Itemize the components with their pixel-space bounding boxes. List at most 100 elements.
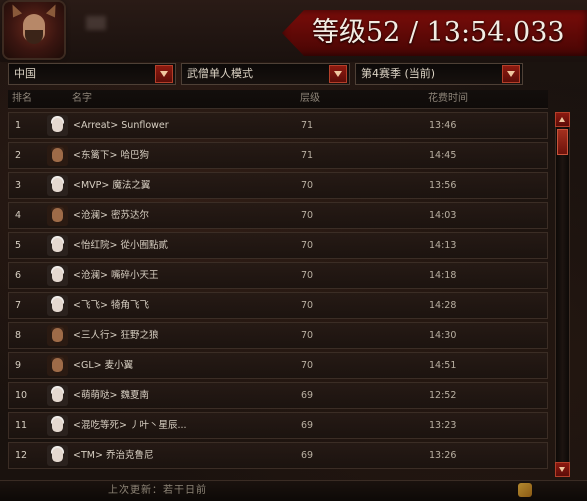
leaderboard-scrollbar[interactable]	[555, 112, 570, 477]
row-player-name[interactable]: <三人行> 狂野之狼	[73, 323, 158, 348]
row-rank: 5	[15, 240, 22, 251]
row-time: 14:51	[429, 360, 457, 371]
watermark-logo	[514, 480, 584, 500]
table-row[interactable]: 3 <MVP> 魔法之翼 70 13:56	[8, 172, 548, 199]
obscured-name	[86, 16, 106, 30]
row-player-name[interactable]: <东篱下> 哈巴狗	[73, 143, 149, 168]
row-time: 13:46	[429, 120, 457, 131]
header-bar: 等级52 / 13:54.033	[0, 0, 587, 62]
table-row[interactable]: 4 <沧澜> 密苏达尔 70 14:03	[8, 202, 548, 229]
region-dropdown-label: 中国	[14, 67, 36, 80]
monk-avatar-icon	[47, 385, 68, 406]
table-header: 排名 名字 层级 花费时间	[8, 90, 548, 109]
row-level: 70	[301, 240, 314, 251]
monk-avatar-icon	[47, 205, 68, 226]
monk-avatar-icon	[47, 325, 68, 346]
row-level: 70	[301, 330, 314, 341]
row-time: 14:30	[429, 330, 457, 341]
table-row[interactable]: 1 <Arreat> Sunflower 71 13:46	[8, 112, 548, 139]
row-level: 71	[301, 150, 314, 161]
portrait-spike-icon	[45, 2, 61, 18]
monk-avatar-icon	[47, 235, 68, 256]
monk-avatar-icon	[47, 445, 68, 466]
chevron-down-icon[interactable]	[155, 65, 173, 83]
table-row[interactable]: 10 <萌萌哒> 魏夏南 69 12:52	[8, 382, 548, 409]
row-time: 14:03	[429, 210, 457, 221]
last-updated-text: 上次更新：若干日前	[108, 485, 207, 496]
row-time: 14:13	[429, 240, 457, 251]
season-dropdown-label: 第4赛季 (当前)	[361, 67, 436, 80]
row-player-name[interactable]: <Arreat> Sunflower	[73, 113, 169, 138]
row-player-name[interactable]: <飞飞> 犄角飞飞	[73, 293, 149, 318]
row-time: 12:52	[429, 390, 457, 401]
row-player-name[interactable]: <沧澜> 密苏达尔	[73, 203, 149, 228]
footer-bar	[0, 480, 587, 501]
row-player-name[interactable]: <TM> 乔治克鲁尼	[73, 443, 153, 468]
row-player-name[interactable]: <混吃等死> 丿叶丶星辰...	[73, 413, 187, 438]
row-time: 14:18	[429, 270, 457, 281]
row-player-name[interactable]: <沧澜> 嘴碎小天王	[73, 263, 158, 288]
row-level: 70	[301, 180, 314, 191]
row-rank: 7	[15, 300, 22, 311]
row-rank: 3	[15, 180, 22, 191]
table-row[interactable]: 2 <东篱下> 哈巴狗 71 14:45	[8, 142, 548, 169]
row-level: 70	[301, 210, 314, 221]
page-title: 等级52 / 13:54.033	[312, 17, 565, 48]
portrait-spike-icon	[7, 2, 23, 18]
row-level: 71	[301, 120, 314, 131]
row-time: 13:56	[429, 180, 457, 191]
table-row[interactable]: 12 <TM> 乔治克鲁尼 69 13:26	[8, 442, 548, 469]
row-level: 69	[301, 420, 314, 431]
chevron-down-icon[interactable]	[329, 65, 347, 83]
class-mode-dropdown[interactable]: 武僧单人模式	[181, 63, 350, 85]
row-time: 14:28	[429, 300, 457, 311]
region-dropdown[interactable]: 中国	[8, 63, 176, 85]
monk-avatar-icon	[47, 145, 68, 166]
row-player-name[interactable]: <怡红院> 從小囿點貳	[73, 233, 168, 258]
row-level: 69	[301, 450, 314, 461]
column-header-rank[interactable]: 排名	[12, 90, 32, 108]
row-rank: 10	[15, 390, 28, 401]
row-rank: 2	[15, 150, 22, 161]
monk-avatar-icon	[47, 415, 68, 436]
row-player-name[interactable]: <萌萌哒> 魏夏南	[73, 383, 149, 408]
row-rank: 1	[15, 120, 22, 131]
chevron-down-icon[interactable]	[502, 65, 520, 83]
row-time: 13:23	[429, 420, 457, 431]
scrollbar-thumb[interactable]	[557, 129, 568, 155]
monk-avatar-icon	[47, 355, 68, 376]
column-header-name[interactable]: 名字	[72, 90, 92, 108]
monk-avatar-icon	[47, 265, 68, 286]
row-rank: 12	[15, 450, 28, 461]
season-dropdown[interactable]: 第4赛季 (当前)	[355, 63, 523, 85]
row-level: 70	[301, 270, 314, 281]
table-row[interactable]: 7 <飞飞> 犄角飞飞 70 14:28	[8, 292, 548, 319]
row-time: 13:26	[429, 450, 457, 461]
scroll-up-arrow-icon[interactable]	[555, 112, 570, 127]
row-player-name[interactable]: <GL> 麦小翼	[73, 353, 133, 378]
monk-avatar-icon	[47, 175, 68, 196]
table-row[interactable]: 8 <三人行> 狂野之狼 70 14:30	[8, 322, 548, 349]
class-mode-dropdown-label: 武僧单人模式	[187, 67, 253, 80]
row-level: 70	[301, 360, 314, 371]
monk-avatar-icon	[47, 115, 68, 136]
column-header-time[interactable]: 花费时间	[428, 90, 468, 108]
scroll-down-arrow-icon[interactable]	[555, 462, 570, 477]
player-portrait[interactable]	[4, 2, 64, 58]
monk-avatar-icon	[47, 295, 68, 316]
portrait-beard-icon	[25, 30, 43, 44]
row-rank: 4	[15, 210, 22, 221]
table-row[interactable]: 5 <怡红院> 從小囿點貳 70 14:13	[8, 232, 548, 259]
row-level: 70	[301, 300, 314, 311]
row-time: 14:45	[429, 150, 457, 161]
watermark-logo-icon	[518, 483, 532, 497]
row-rank: 9	[15, 360, 22, 371]
table-row[interactable]: 11 <混吃等死> 丿叶丶星辰... 69 13:23	[8, 412, 548, 439]
row-rank: 11	[15, 420, 28, 431]
row-rank: 8	[15, 330, 22, 341]
row-player-name[interactable]: <MVP> 魔法之翼	[73, 173, 150, 198]
column-header-level[interactable]: 层级	[300, 90, 320, 108]
table-row[interactable]: 9 <GL> 麦小翼 70 14:51	[8, 352, 548, 379]
row-level: 69	[301, 390, 314, 401]
table-row[interactable]: 6 <沧澜> 嘴碎小天王 70 14:18	[8, 262, 548, 289]
